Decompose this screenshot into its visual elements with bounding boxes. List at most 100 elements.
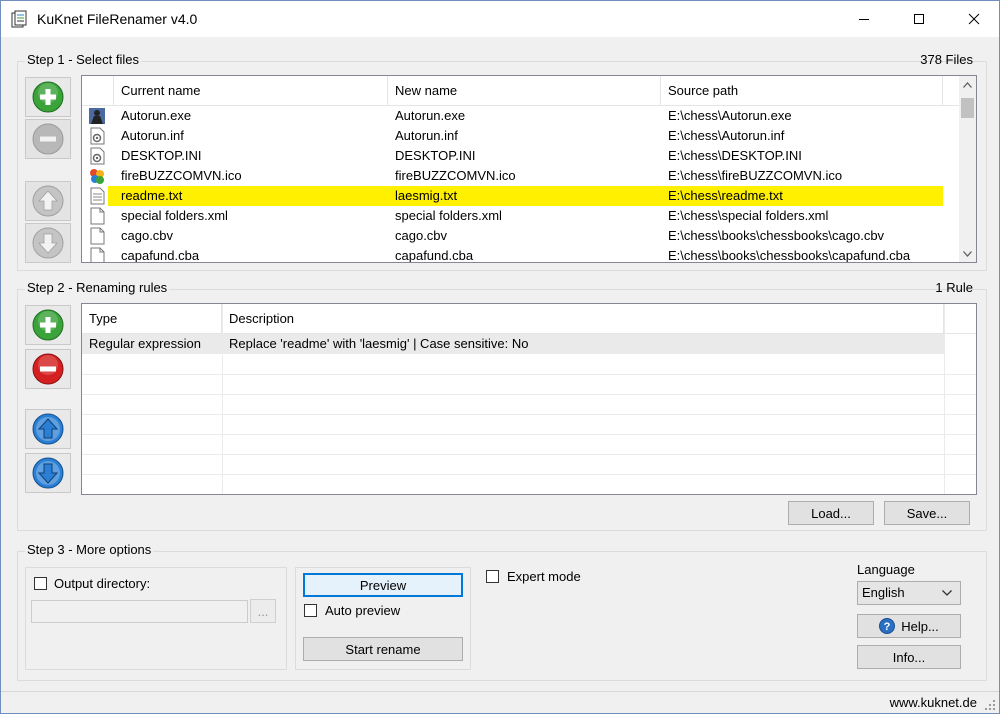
new-name-cell: laesmig.txt <box>395 188 458 203</box>
arrow-up-icon <box>32 413 64 445</box>
source-path-cell: E:\chess\Autorun.exe <box>668 108 792 123</box>
new-name-cell: cago.cbv <box>395 228 448 243</box>
current-name-cell: Autorun.exe <box>121 108 192 123</box>
help-label: Help... <box>901 618 939 634</box>
table-row[interactable]: Autorun.exe Autorun.exe E:\chess\Autorun… <box>82 106 943 126</box>
add-icon <box>32 81 64 113</box>
rules-list[interactable]: Type Description Regular expression Repl… <box>81 303 977 495</box>
source-path-cell: E:\chess\special folders.xml <box>668 208 829 223</box>
current-name-cell: DESKTOP.INI <box>121 148 202 163</box>
browse-button[interactable]: ... <box>250 599 276 623</box>
new-name-cell: Autorun.inf <box>395 128 458 143</box>
output-directory-field[interactable] <box>31 600 248 623</box>
source-path-cell: E:\chess\books\chessbooks\cago.cbv <box>668 228 885 243</box>
table-row[interactable]: Regular expression Replace 'readme' with… <box>82 334 944 354</box>
remove-files-button[interactable] <box>25 119 71 159</box>
maximize-button[interactable] <box>896 1 942 37</box>
remove-rule-button[interactable] <box>25 349 71 389</box>
help-button[interactable]: ? Help... <box>857 614 961 638</box>
table-row[interactable]: readme.txt laesmig.txt E:\chess\readme.t… <box>82 186 943 206</box>
column-new-name[interactable]: New name <box>388 76 661 106</box>
files-list[interactable]: Current name New name Source path Autoru… <box>81 75 977 263</box>
expert-mode-checkbox[interactable] <box>486 570 499 583</box>
blank-file-icon <box>90 227 105 245</box>
table-row[interactable]: fireBUZZCOMVN.ico fireBUZZCOMVN.ico E:\c… <box>82 166 943 186</box>
grid-line <box>82 374 976 375</box>
close-button[interactable] <box>951 1 997 37</box>
column-current-name[interactable]: Current name <box>114 76 388 106</box>
step1-label: Step 1 - Select files <box>25 52 141 67</box>
colorful-ico-icon <box>90 169 104 184</box>
column-source-path[interactable]: Source path <box>661 76 943 106</box>
output-directory-checkbox[interactable] <box>34 577 47 590</box>
arrow-down-icon <box>32 227 64 259</box>
table-row[interactable]: special folders.xml special folders.xml … <box>82 206 943 226</box>
table-row[interactable]: Autorun.inf Autorun.inf E:\chess\Autorun… <box>82 126 943 146</box>
files-list-scrollbar[interactable] <box>959 76 976 262</box>
minimize-button[interactable] <box>841 1 887 37</box>
scroll-thumb[interactable] <box>961 98 974 118</box>
blank-file-icon <box>90 207 105 225</box>
arrow-down-icon <box>32 457 64 489</box>
window-title: KuKnet FileRenamer v4.0 <box>37 11 198 27</box>
grid-line <box>82 394 976 395</box>
main-window: KuKnet FileRenamer v4.0 Step 1 - Select … <box>0 0 1000 714</box>
column-description[interactable]: Description <box>222 304 944 334</box>
table-row[interactable]: DESKTOP.INI DESKTOP.INI E:\chess\DESKTOP… <box>82 146 943 166</box>
icon-column-header[interactable] <box>82 76 114 106</box>
source-path-cell: E:\chess\books\chessbooks\capafund.cba <box>668 248 911 263</box>
settings-file-icon <box>90 127 105 145</box>
auto-preview-label: Auto preview <box>325 603 401 618</box>
blank-file-icon <box>90 247 105 262</box>
resize-grip-icon[interactable] <box>984 699 996 711</box>
grid-line <box>82 454 976 455</box>
table-row[interactable]: capafund.cba capafund.cba E:\chess\books… <box>82 246 943 263</box>
auto-preview-checkbox[interactable] <box>304 604 317 617</box>
move-file-down-button[interactable] <box>25 223 71 263</box>
remove-icon <box>32 123 64 155</box>
grid-line <box>82 434 976 435</box>
maximize-icon <box>914 14 924 24</box>
move-rule-up-button[interactable] <box>25 409 71 449</box>
language-label: Language <box>857 562 915 577</box>
source-path-cell: E:\chess\DESKTOP.INI <box>668 148 802 163</box>
add-rule-button[interactable] <box>25 305 71 345</box>
expert-mode-label: Expert mode <box>507 569 581 584</box>
add-files-button[interactable] <box>25 77 71 117</box>
current-name-cell: special folders.xml <box>121 208 228 223</box>
rule-description-cell: Replace 'readme' with 'laesmig' | Case s… <box>229 336 529 351</box>
minimize-icon <box>859 19 869 20</box>
scroll-up-button[interactable] <box>959 76 976 93</box>
website-link[interactable]: www.kuknet.de <box>890 695 977 710</box>
svg-text:?: ? <box>884 621 891 633</box>
load-rules-button[interactable]: Load... <box>788 501 874 525</box>
new-name-cell: special folders.xml <box>395 208 502 223</box>
move-file-up-button[interactable] <box>25 181 71 221</box>
scroll-down-button[interactable] <box>959 245 976 262</box>
column-type[interactable]: Type <box>82 304 222 334</box>
output-directory-label: Output directory: <box>54 576 151 591</box>
title-bar[interactable]: KuKnet FileRenamer v4.0 <box>1 1 999 37</box>
info-button[interactable]: Info... <box>857 645 961 669</box>
save-rules-button[interactable]: Save... <box>884 501 970 525</box>
arrow-up-icon <box>32 185 64 217</box>
text-file-icon <box>90 187 105 205</box>
grid-line <box>82 414 976 415</box>
rule-count: 1 Rule <box>935 280 973 295</box>
current-name-cell: capafund.cba <box>121 248 200 263</box>
preview-button[interactable]: Preview <box>303 573 463 597</box>
start-rename-button[interactable]: Start rename <box>303 637 463 661</box>
step2-label: Step 2 - Renaming rules <box>25 280 170 295</box>
add-icon <box>32 309 64 341</box>
files-list-header: Current name New name Source path <box>82 76 976 106</box>
status-bar: www.kuknet.de <box>1 691 999 713</box>
table-row[interactable]: cago.cbv cago.cbv E:\chess\books\chessbo… <box>82 226 943 246</box>
app-icon <box>11 10 27 28</box>
file-count: 378 Files <box>920 52 973 67</box>
grid-line <box>222 304 223 494</box>
language-select[interactable]: English <box>857 581 961 605</box>
move-rule-down-button[interactable] <box>25 453 71 493</box>
source-path-cell: E:\chess\readme.txt <box>668 188 783 203</box>
current-name-cell: Autorun.inf <box>121 128 184 143</box>
new-name-cell: DESKTOP.INI <box>395 148 476 163</box>
